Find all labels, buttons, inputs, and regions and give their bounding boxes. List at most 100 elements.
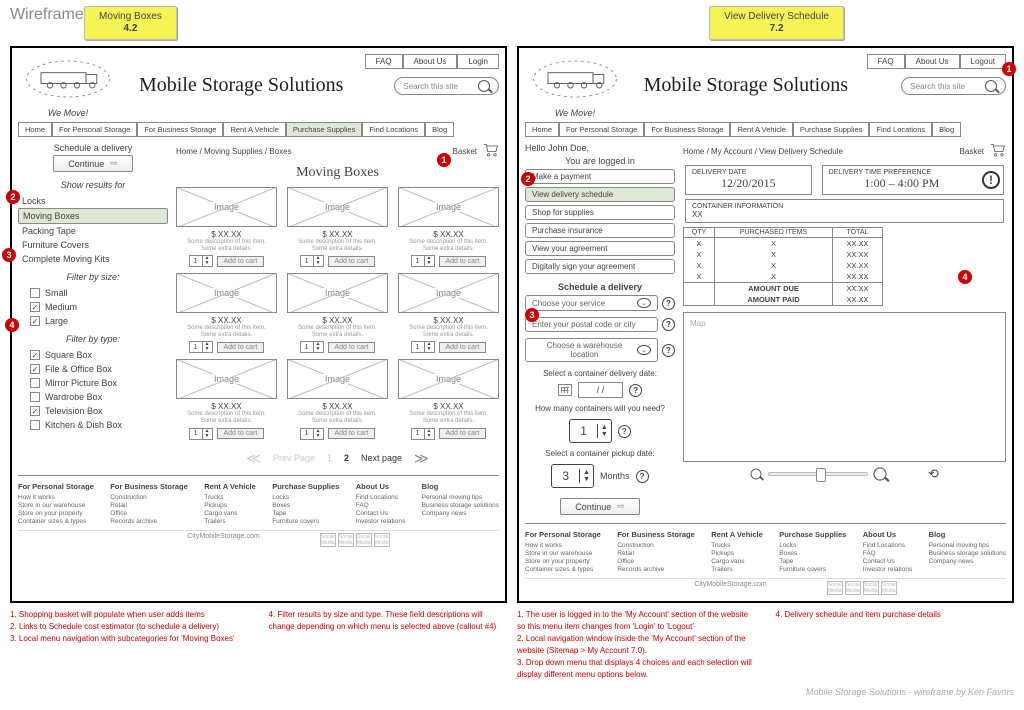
- account-menu-item[interactable]: Shop for supplies: [525, 205, 675, 220]
- nav-item[interactable]: Blog: [425, 122, 454, 137]
- add-to-cart-button[interactable]: Add to cart: [439, 256, 487, 267]
- social-icon[interactable]: Social Media: [356, 533, 372, 547]
- social-icon[interactable]: Social Media: [845, 581, 861, 595]
- filter-option[interactable]: ✓Television Box: [30, 404, 168, 418]
- continue-button[interactable]: Continue⇨: [560, 498, 640, 515]
- filter-option[interactable]: ✓Square Box: [30, 348, 168, 362]
- search-icon[interactable]: [985, 80, 997, 92]
- filter-option[interactable]: Mirror Picture Box: [30, 376, 168, 390]
- prev-page[interactable]: Prev Page: [273, 453, 315, 463]
- util-about us[interactable]: About Us: [905, 54, 960, 69]
- nav-item[interactable]: For Business Storage: [644, 122, 730, 137]
- qty-stepper[interactable]: 1▲▼: [300, 428, 324, 440]
- nav-item[interactable]: Home: [525, 122, 559, 137]
- social-icon[interactable]: Social Media: [863, 581, 879, 595]
- nav-item[interactable]: Find Locations: [869, 122, 932, 137]
- social-icon[interactable]: Social Media: [881, 581, 897, 595]
- account-menu-item[interactable]: Make a payment: [525, 169, 675, 184]
- nav-item[interactable]: For Personal Storage: [52, 122, 137, 137]
- help-icon[interactable]: ?: [636, 470, 649, 483]
- add-to-cart-button[interactable]: Add to cart: [217, 342, 265, 353]
- social-icon[interactable]: Social Media: [338, 533, 354, 547]
- help-icon[interactable]: ?: [662, 318, 675, 331]
- account-menu-item[interactable]: View delivery schedule: [525, 187, 675, 202]
- util-faq[interactable]: FAQ: [867, 54, 905, 69]
- qty-stepper[interactable]: 1▲▼: [189, 341, 213, 353]
- help-icon[interactable]: ?: [662, 297, 675, 310]
- social-icon[interactable]: Social Media: [320, 533, 336, 547]
- zoom-in-icon[interactable]: [873, 467, 886, 480]
- filter-option[interactable]: Kitchen & Dish Box: [30, 418, 168, 432]
- add-to-cart-button[interactable]: Add to cart: [439, 428, 487, 439]
- nav-item[interactable]: Blog: [932, 122, 961, 137]
- zoom-out-icon[interactable]: [751, 469, 762, 480]
- filter-option[interactable]: Wardrobe Box: [30, 390, 168, 404]
- add-to-cart-button[interactable]: Add to cart: [217, 256, 265, 267]
- nav-item[interactable]: Purchase Supplies: [793, 122, 870, 137]
- zoom-slider[interactable]: [768, 472, 868, 476]
- search-box[interactable]: Search this site: [394, 77, 499, 95]
- qty-stepper[interactable]: 1▲▼: [300, 255, 324, 267]
- warehouse-select[interactable]: Choose a warehouse location⌄: [525, 338, 658, 362]
- social-icon[interactable]: Social Media: [374, 533, 390, 547]
- qty-stepper[interactable]: 1▲▼: [300, 341, 324, 353]
- qty-stepper[interactable]: 1▲▼: [411, 255, 435, 267]
- category-item[interactable]: Complete Moving Kits: [18, 252, 168, 266]
- refresh-icon[interactable]: ⟲: [928, 466, 939, 482]
- add-to-cart-button[interactable]: Add to cart: [328, 256, 376, 267]
- service-select[interactable]: Choose your service⌄: [525, 295, 658, 311]
- account-menu-item[interactable]: Digitally sign your agreement: [525, 259, 675, 274]
- account-menu-item[interactable]: Purchase insurance: [525, 223, 675, 238]
- util-login[interactable]: Login: [457, 54, 499, 69]
- search-icon[interactable]: [478, 80, 490, 92]
- breadcrumb[interactable]: Home / My Account / View Delivery Schedu…: [683, 147, 843, 156]
- util-about us[interactable]: About Us: [403, 54, 458, 69]
- map-placeholder[interactable]: Map: [683, 312, 1006, 462]
- next-chev-icon[interactable]: ≫: [414, 450, 429, 467]
- continue-button[interactable]: Continue⇨: [53, 155, 133, 172]
- add-to-cart-button[interactable]: Add to cart: [217, 428, 265, 439]
- cart-icon[interactable]: [483, 143, 499, 159]
- filter-option[interactable]: ✓File & Office Box: [30, 362, 168, 376]
- date-input[interactable]: / /: [578, 382, 624, 398]
- util-logout[interactable]: Logout: [960, 54, 1006, 69]
- nav-item[interactable]: For Personal Storage: [559, 122, 644, 137]
- postal-input[interactable]: Enter your postal code or city: [525, 317, 658, 332]
- qty-stepper[interactable]: 1▲▼: [411, 428, 435, 440]
- nav-item[interactable]: Purchase Supplies: [286, 122, 363, 137]
- add-to-cart-button[interactable]: Add to cart: [328, 428, 376, 439]
- qty-stepper[interactable]: 1▲▼: [411, 341, 435, 353]
- filter-option[interactable]: ✓Large: [30, 314, 168, 328]
- add-to-cart-button[interactable]: Add to cart: [328, 342, 376, 353]
- category-item[interactable]: Moving Boxes: [18, 208, 168, 224]
- nav-item[interactable]: Find Locations: [362, 122, 425, 137]
- category-item[interactable]: Furniture Covers: [18, 238, 168, 252]
- help-icon[interactable]: ?: [618, 425, 631, 438]
- nav-item[interactable]: Rent A Vehicle: [223, 122, 285, 137]
- prev-chev-icon[interactable]: ≪: [246, 450, 261, 467]
- basket-label[interactable]: Basket: [960, 147, 984, 156]
- breadcrumb[interactable]: Home / Moving Supplies / Boxes: [176, 147, 292, 156]
- account-menu-item[interactable]: View your agreement: [525, 241, 675, 256]
- social-icon[interactable]: Social Media: [827, 581, 843, 595]
- qty-stepper[interactable]: 1▲▼: [189, 428, 213, 440]
- calendar-icon[interactable]: [558, 384, 572, 396]
- pickup-stepper[interactable]: 3▲▼: [551, 464, 594, 488]
- category-item[interactable]: Packing Tape: [18, 224, 168, 238]
- search-box[interactable]: Search this site: [901, 77, 1006, 95]
- cart-icon[interactable]: [990, 143, 1006, 159]
- next-page[interactable]: Next page: [361, 453, 402, 463]
- filter-option[interactable]: Small: [30, 286, 168, 300]
- nav-item[interactable]: Rent A Vehicle: [730, 122, 792, 137]
- nav-item[interactable]: Home: [18, 122, 52, 137]
- help-icon[interactable]: ?: [629, 384, 642, 397]
- qty-stepper[interactable]: 1▲▼: [189, 255, 213, 267]
- category-item[interactable]: Locks: [18, 194, 168, 208]
- filter-option[interactable]: ✓Medium: [30, 300, 168, 314]
- help-icon[interactable]: ?: [662, 344, 675, 357]
- add-to-cart-button[interactable]: Add to cart: [439, 342, 487, 353]
- util-faq[interactable]: FAQ: [365, 54, 403, 69]
- nav-item[interactable]: For Business Storage: [137, 122, 223, 137]
- container-count-stepper[interactable]: 1▲▼: [569, 419, 612, 443]
- basket-label[interactable]: Basket: [453, 147, 477, 156]
